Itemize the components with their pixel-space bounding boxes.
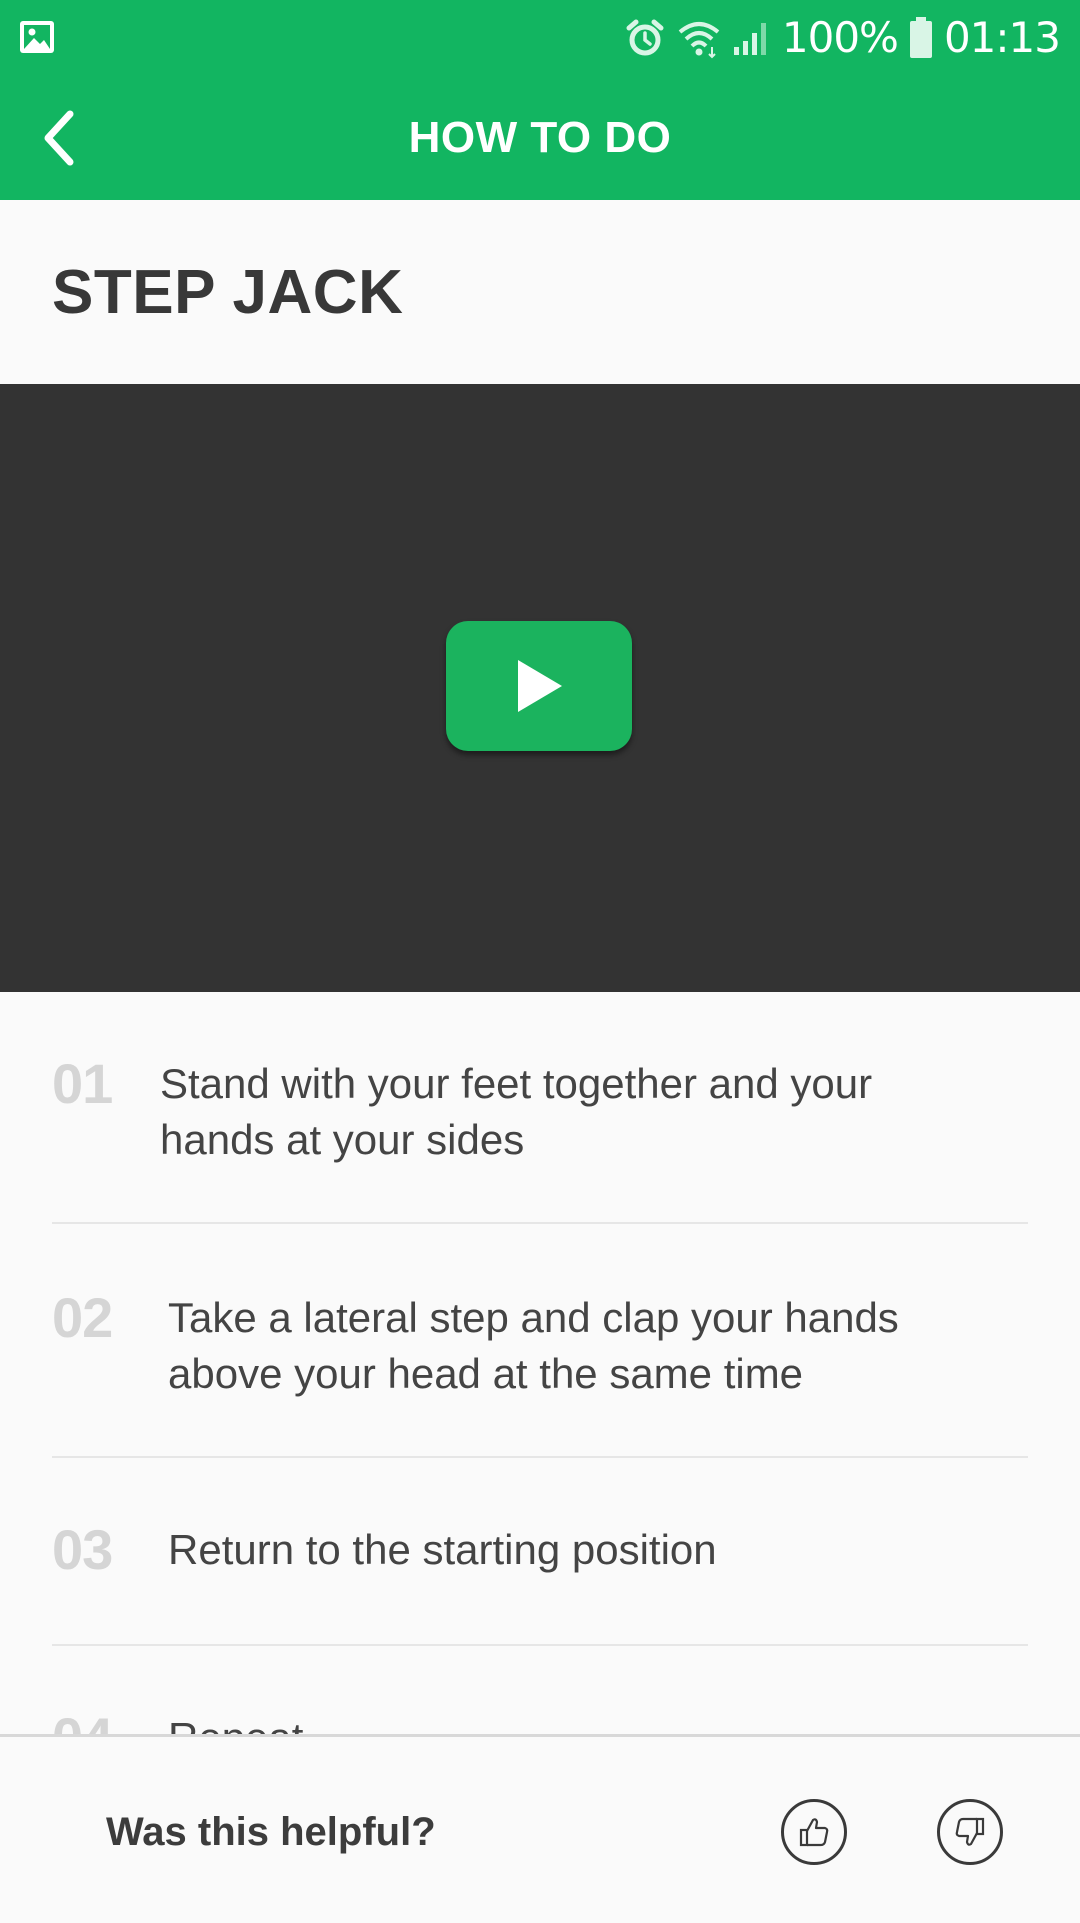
divider [52,1644,1028,1646]
divider [52,1222,1028,1224]
battery-icon [909,17,932,58]
exercise-header: STEP JACK [0,200,1080,384]
exercise-title: STEP JACK [52,258,404,327]
feedback-bar: Was this helpful? [0,1734,1080,1923]
wifi-icon [678,22,720,59]
step-number: 03 [52,1518,113,1581]
image-icon [20,21,54,53]
play-button[interactable] [446,621,632,751]
alarm-icon [626,19,664,56]
battery-percent: 100% [781,13,899,62]
page-title: HOW TO DO [408,113,672,162]
app-bar: HOW TO DO [0,76,1080,200]
status-indicators: 100% 01:13 [624,8,1061,68]
step-number: 01 [52,1052,113,1115]
thumbs-down-icon [955,1817,985,1846]
step-text: Return to the starting position [168,1526,717,1573]
signal-icon [733,23,766,55]
video-player[interactable] [0,384,1080,992]
step-text: Stand with your feet together and your h… [160,1060,873,1163]
thumbs-up-button[interactable] [781,1799,847,1865]
status-time: 01:13 [943,13,1061,62]
play-icon [518,660,562,712]
feedback-question: Was this helpful? [106,1810,436,1854]
step-text: Take a lateral step and clap your hands … [168,1294,899,1397]
step-number: 02 [52,1286,113,1349]
status-bar: 100% 01:13 [0,0,1080,76]
thumbs-up-icon [799,1818,829,1847]
divider [52,1456,1028,1458]
thumbs-down-button[interactable] [937,1799,1003,1865]
